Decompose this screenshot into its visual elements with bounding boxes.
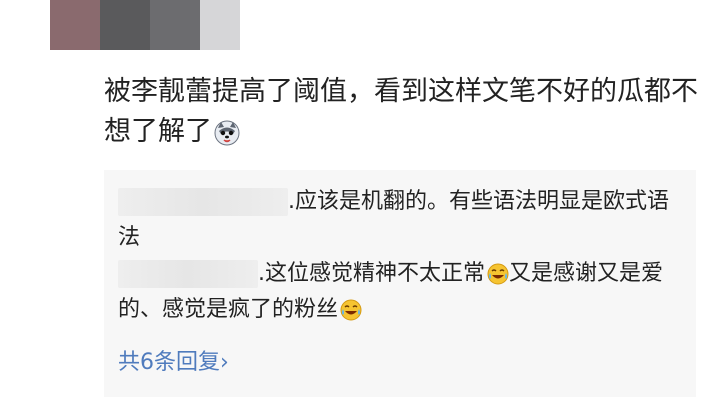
blurred-avatar xyxy=(50,0,240,50)
post-content: 被李靓蕾提高了阈值，看到这样文笔不好的瓜都不想了解了 xyxy=(104,72,704,152)
blur-block xyxy=(50,0,100,50)
masked-username xyxy=(118,260,258,288)
reply-item: .这位感觉精神不太正常 又是感谢又是爱的、感觉是疯了的粉丝 xyxy=(118,256,678,328)
chevron-right-icon: › xyxy=(220,350,229,375)
reply-item: .应该是机翻的。有些语法明显是欧式语法 xyxy=(118,184,678,256)
husky-dog-emoji-icon xyxy=(214,120,240,145)
view-all-replies-link[interactable]: 共6条回复› xyxy=(118,348,229,378)
blur-block xyxy=(100,0,150,50)
more-replies-label: 共6条回复 xyxy=(118,350,220,375)
reply-section: .应该是机翻的。有些语法明显是欧式语法 .这位感觉精神不太正常 又是感谢又是爱的… xyxy=(104,170,696,397)
laughing-tears-emoji-icon xyxy=(487,263,509,285)
reply-text-a: .这位感觉精神不太正常 xyxy=(258,261,485,286)
blur-block xyxy=(150,0,200,50)
laughing-tears-emoji-icon xyxy=(340,299,362,321)
post-text: 被李靓蕾提高了阈值，看到这样文笔不好的瓜都不想了解了 xyxy=(104,76,698,147)
blur-block xyxy=(200,0,240,50)
masked-username xyxy=(118,188,288,216)
